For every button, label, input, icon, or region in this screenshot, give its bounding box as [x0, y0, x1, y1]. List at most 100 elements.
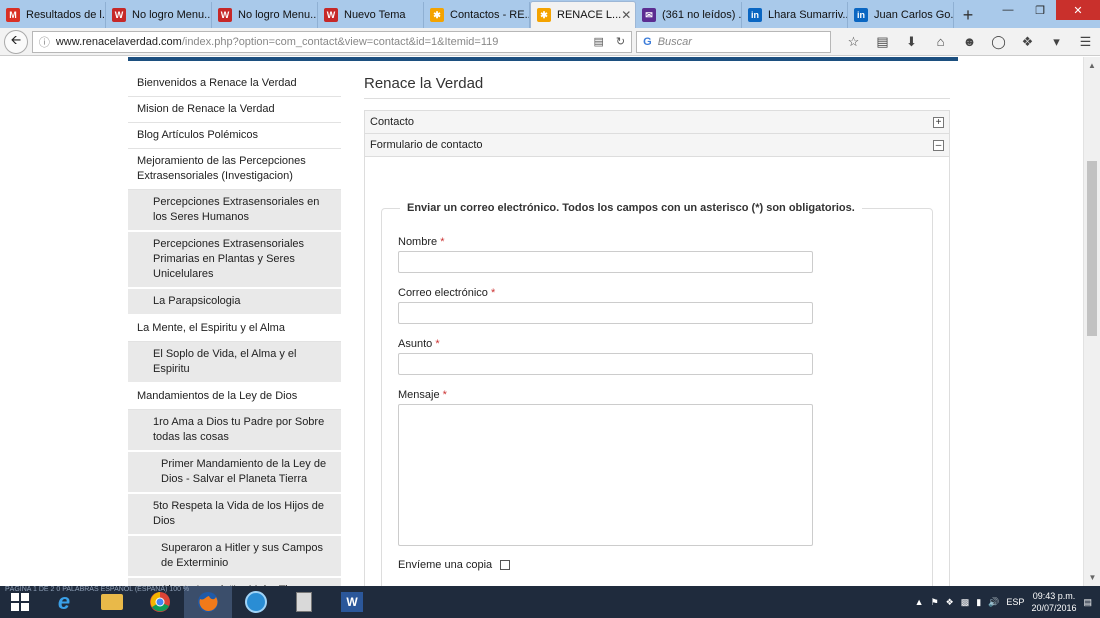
tab-label: Juan Carlos Go...: [874, 9, 954, 21]
accordion-form-label: Formulario de contacto: [370, 139, 483, 151]
tab-label: Contactos - RE...: [450, 9, 530, 21]
hello-icon[interactable]: ☻: [955, 34, 984, 50]
minimize-icon[interactable]: —: [992, 0, 1024, 20]
app-swirl-icon: [245, 591, 267, 613]
windows-taskbar: PÁGINA 1 DE 2 0 PALABRAS ESPAÑOL (ESPAÑA…: [0, 586, 1100, 618]
tab-label: No logro Menu...: [238, 9, 318, 21]
accordion-contact-header[interactable]: Contacto +: [365, 111, 949, 134]
reading-list-icon[interactable]: ▤: [868, 34, 897, 50]
sidebar-item[interactable]: Aborto Legal: “La Mujer Tiene Derecho a …: [128, 578, 341, 586]
url-host: www.renacelaverdad.com: [55, 35, 182, 48]
scrollbar-thumb[interactable]: [1087, 161, 1097, 336]
linkedin-icon: in: [854, 8, 868, 22]
browser-tab[interactable]: W No logro Menu...: [212, 2, 318, 28]
sidebar-item[interactable]: 1ro Ama a Dios tu Padre por Sobre todas …: [128, 410, 341, 452]
collapse-icon[interactable]: –: [933, 139, 944, 151]
browser-tab-bar: M Resultados de l... W No logro Menu... W No …: [0, 0, 1100, 28]
accordion-contact-label: Contacto: [370, 116, 415, 128]
tab-label: (361 no leídos) ...: [662, 9, 742, 21]
browser-nav-bar: 🡨 ⓘ www.renacelaverdad.com/index.php?opt…: [0, 28, 1100, 56]
search-bar[interactable]: G Buscar: [636, 30, 831, 53]
url-bar[interactable]: ⓘ www.renacelaverdad.com/index.php?optio…: [31, 30, 633, 53]
reload-icon[interactable]: ↻: [616, 35, 625, 48]
browser-tab[interactable]: ✱ Contactos - RE...: [424, 2, 530, 28]
network-icon[interactable]: ▩: [961, 597, 970, 608]
page-scrollbar[interactable]: ▲ ▼: [1083, 57, 1100, 586]
browser-tab[interactable]: ✉ (361 no leídos) ...: [636, 2, 742, 28]
sidebar-item[interactable]: Mejoramiento de las Percepciones Extrase…: [128, 149, 341, 190]
subject-field-group: Asunto *: [398, 338, 916, 375]
close-window-icon[interactable]: ✕: [1056, 0, 1100, 20]
subject-input[interactable]: [398, 353, 813, 375]
message-field-group: Mensaje *: [398, 389, 916, 549]
sidebar-item[interactable]: Bienvenidos a Renace la Verdad: [128, 71, 341, 97]
message-textarea[interactable]: [398, 404, 813, 546]
browser-tab[interactable]: in Lhara Sumarriv...: [742, 2, 848, 28]
sidebar-item[interactable]: Blog Artículos Polémicos: [128, 123, 341, 149]
browser-tab[interactable]: in Juan Carlos Go...: [848, 2, 954, 28]
tray-app-icon[interactable]: ❖: [946, 597, 954, 608]
name-field-group: Nombre *: [398, 236, 916, 273]
language-indicator[interactable]: ESP: [1006, 597, 1024, 607]
page-title: Renace la Verdad: [364, 75, 950, 99]
sidebar-item[interactable]: Percepciones Extrasensoriales Primarias …: [128, 232, 341, 289]
home-icon[interactable]: ⌂: [926, 34, 955, 50]
name-input[interactable]: [398, 251, 813, 273]
sidebar-item[interactable]: La Parapsicologia: [128, 289, 341, 316]
extension-icon[interactable]: ❖: [1013, 34, 1042, 50]
accordion-form-header[interactable]: Formulario de contacto –: [365, 134, 949, 157]
tab-label: RENACE L...: [557, 9, 622, 21]
word-icon: W: [341, 592, 363, 612]
new-tab-button[interactable]: +: [954, 2, 982, 28]
close-tab-icon[interactable]: ✕: [621, 8, 631, 22]
tab-label: Resultados de l...: [26, 9, 106, 21]
expand-icon[interactable]: +: [933, 116, 944, 128]
copy-option: Envíeme una copia: [398, 559, 916, 571]
bookmark-star-icon[interactable]: ☆: [839, 34, 868, 50]
sidebar-item[interactable]: Mandamientos de la Ley de Dios: [128, 384, 341, 410]
back-arrow-icon: 🡨: [10, 31, 22, 47]
back-button[interactable]: 🡨: [4, 29, 28, 54]
subject-label: Asunto *: [398, 338, 440, 350]
scroll-up-icon[interactable]: ▲: [1084, 57, 1100, 74]
browser-tab[interactable]: W Nuevo Tema: [318, 2, 424, 28]
email-input[interactable]: [398, 302, 813, 324]
main-content: Renace la Verdad Contacto + Formulario d…: [364, 75, 950, 586]
sidebar-item[interactable]: Superaron a Hitler y sus Campos de Exter…: [128, 536, 341, 578]
system-tray: ▲ ⚑ ❖ ▩ ▮ 🔊 ESP 09:43 p.m. 20/07/2016 ▤: [915, 590, 1100, 614]
download-icon[interactable]: ⬇: [897, 34, 926, 50]
chrome-icon: [150, 592, 170, 612]
copy-checkbox[interactable]: [500, 560, 511, 570]
signal-icon[interactable]: ▮: [976, 597, 981, 608]
notifications-icon[interactable]: ▤: [1083, 597, 1092, 608]
clock-date: 20/07/2016: [1031, 603, 1077, 613]
tab-label: No logro Menu...: [132, 9, 212, 21]
pocket-icon[interactable]: ◯: [984, 34, 1013, 50]
chevron-down-icon[interactable]: ▾: [1042, 34, 1071, 50]
scroll-down-icon[interactable]: ▼: [1084, 569, 1100, 586]
tray-up-icon[interactable]: ▲: [915, 597, 924, 607]
sidebar-item[interactable]: 5to Respeta la Vida de los Hijos de Dios: [128, 494, 341, 536]
browser-tab[interactable]: ✱ RENACE L... ✕: [530, 1, 636, 28]
search-placeholder: Buscar: [657, 35, 692, 48]
sidebar-item[interactable]: La Mente, el Espiritu y el Alma: [128, 316, 341, 342]
browser-tab[interactable]: M Resultados de l...: [0, 2, 106, 28]
firefox-icon: [198, 592, 218, 612]
menu-icon[interactable]: ☰: [1071, 34, 1100, 50]
reader-view-icon[interactable]: ▤: [594, 35, 604, 48]
joomla-icon: ✱: [430, 8, 444, 22]
sidebar-item[interactable]: Primer Mandamiento de la Ley de Dios - S…: [128, 452, 341, 494]
sidebar-item[interactable]: Mision de Renace la Verdad: [128, 97, 341, 123]
flag-icon[interactable]: ⚑: [931, 597, 939, 608]
linkedin-icon: in: [748, 8, 762, 22]
email-field-group: Correo electrónico *: [398, 287, 916, 324]
system-clock[interactable]: 09:43 p.m. 20/07/2016: [1031, 590, 1076, 614]
url-path: /index.php?option=com_contact&view=conta…: [181, 35, 499, 48]
sidebar-item[interactable]: Percepciones Extrasensoriales en los Ser…: [128, 190, 341, 232]
sidebar-item[interactable]: El Soplo de Vida, el Alma y el Espiritu: [128, 342, 341, 384]
restore-icon[interactable]: ❐: [1024, 0, 1056, 20]
file-explorer-icon: [101, 594, 123, 610]
volume-icon[interactable]: 🔊: [988, 597, 999, 608]
google-search-icon: G: [643, 35, 652, 48]
browser-tab[interactable]: W No logro Menu...: [106, 2, 212, 28]
